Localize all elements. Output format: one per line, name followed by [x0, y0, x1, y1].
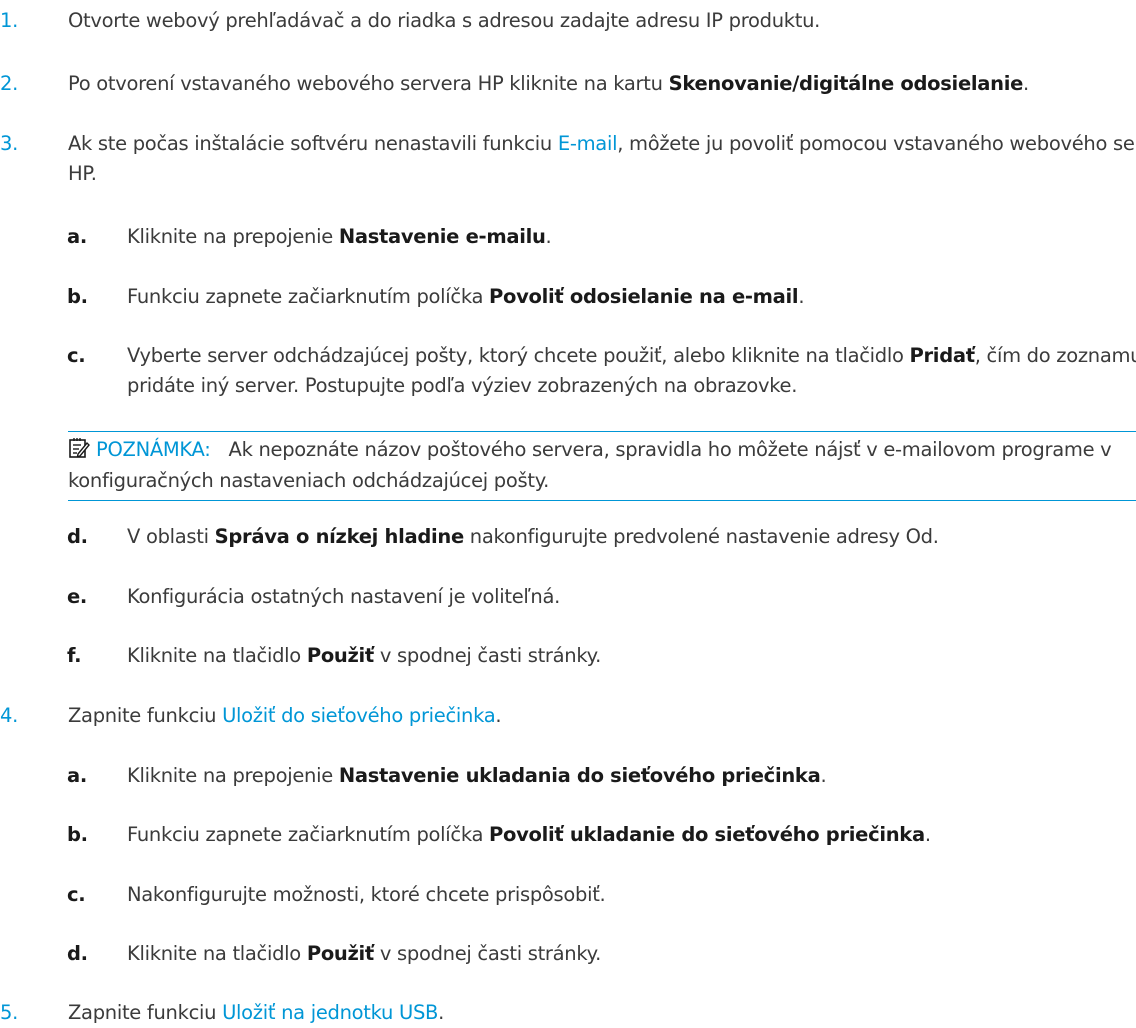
- step-text-part: Po otvorení vstavaného webového servera …: [68, 72, 669, 95]
- step-number: 5.: [0, 1001, 19, 1024]
- step-text: Po otvorení vstavaného webového servera …: [68, 69, 1136, 99]
- substep-text-part: Kliknite na prepojenie: [127, 225, 339, 248]
- note-label: POZNÁMKA:: [96, 438, 211, 461]
- substep-bold: Nastavenie e-mailu: [338, 225, 546, 248]
- step-number: 2.: [0, 72, 19, 95]
- substep-text: Kliknite na prepojenie Nastavenie uklada…: [127, 761, 1136, 791]
- substep-text-part: Funkciu zapnete začiarknutím políčka: [127, 823, 490, 846]
- step-number: 1.: [0, 9, 19, 32]
- email-link[interactable]: E-mail: [558, 132, 618, 155]
- substep-text-part: .: [820, 764, 827, 787]
- save-to-usb-link[interactable]: Uložiť na jednotku USB: [222, 1001, 438, 1024]
- note-text: Ak nepoznáte názov poštového servera, sp…: [68, 438, 1112, 492]
- substep-letter: d.: [67, 525, 88, 548]
- substep-text: Vyberte server odchádzajúcej pošty, ktor…: [127, 341, 1136, 401]
- substep-text-part: v spodnej časti stránky.: [373, 942, 602, 965]
- note-box: POZNÁMKA: Ak nepoznáte názov poštového se…: [68, 431, 1136, 501]
- substep-text: Funkciu zapnete začiarknutím políčka Pov…: [127, 282, 1136, 312]
- substep-text-part: Vyberte server odchádzajúcej pošty, ktor…: [127, 344, 910, 367]
- substep-letter: e.: [67, 585, 88, 608]
- substep-text-part: Kliknite na tlačidlo: [127, 942, 307, 965]
- substep-letter: c.: [67, 344, 86, 367]
- substep-text: Nakonfigurujte možnosti, ktoré chcete pr…: [127, 883, 606, 906]
- substep-letter: b.: [67, 285, 88, 308]
- substep-text-part: .: [545, 225, 552, 248]
- substep-letter: c.: [67, 883, 86, 906]
- substep-text: Kliknite na tlačidlo Použiť v spodnej ča…: [127, 939, 1136, 969]
- step-text-part: Zapnite funkciu: [68, 704, 223, 727]
- substep-bold: Nastavenie ukladania do sieťového prieči…: [338, 764, 821, 787]
- substep-letter: a.: [67, 764, 87, 787]
- substep-text-part: Kliknite na prepojenie: [127, 764, 339, 787]
- substep-text: Konfigurácia ostatných nastavení je voli…: [127, 585, 561, 608]
- substep-bold: Povoliť odosielanie na e-mail: [489, 285, 799, 308]
- substep-text: Kliknite na tlačidlo Použiť v spodnej ča…: [127, 641, 1136, 671]
- substep-bold: Pridať: [909, 344, 976, 367]
- step-text-part: .: [438, 1001, 445, 1024]
- substep-text-part: Funkciu zapnete začiarknutím políčka: [127, 285, 490, 308]
- substep-text: Kliknite na prepojenie Nastavenie e-mail…: [127, 222, 1136, 252]
- substep-text: V oblasti Správa o nízkej hladine nakonf…: [127, 522, 1136, 552]
- substep-text-part: V oblasti: [127, 525, 215, 548]
- substep-bold: Správa o nízkej hladine: [214, 525, 465, 548]
- tab-scan-name: Skenovanie/digitálne odosielanie: [668, 72, 1024, 95]
- step-number: 4.: [0, 704, 19, 727]
- substep-text-part: v spodnej časti stránky.: [373, 644, 602, 667]
- substep-letter: d.: [67, 942, 88, 965]
- step-text: Ak ste počas inštalácie softvéru nenasta…: [68, 129, 1136, 189]
- instructions-page: 1. Otvorte webový prehľadávač a do riadk…: [0, 0, 1136, 1024]
- substep-bold: Použiť: [306, 942, 374, 965]
- substep-text-part: nakonfigurujte predvolené nastavenie adr…: [463, 525, 939, 548]
- step-text: Zapnite funkciu Uložiť na jednotku USB.: [68, 998, 1136, 1028]
- step-text: Zapnite funkciu Uložiť do sieťového prie…: [68, 701, 1136, 731]
- substep-text-part: .: [798, 285, 805, 308]
- substep-text-part: Kliknite na tlačidlo: [127, 644, 307, 667]
- step-text-part: .: [1023, 72, 1029, 95]
- substep-letter: f.: [67, 644, 82, 667]
- substep-text: Funkciu zapnete začiarknutím políčka Pov…: [127, 820, 1136, 850]
- substep-letter: b.: [67, 823, 88, 846]
- step-number: 3.: [0, 132, 19, 155]
- step-text-part: .: [495, 704, 502, 727]
- substep-bold: Použiť: [306, 644, 374, 667]
- step-text-part: Ak ste počas inštalácie softvéru nenasta…: [68, 132, 558, 155]
- step-text-part: Zapnite funkciu: [68, 1001, 223, 1024]
- substep-bold: Povoliť ukladanie do sieťového priečinka: [489, 823, 925, 846]
- substep-text-part: .: [924, 823, 931, 846]
- note-icon: [68, 437, 90, 459]
- substep-letter: a.: [67, 225, 87, 248]
- step-text: Otvorte webový prehľadávač a do riadka s…: [68, 9, 821, 32]
- save-to-network-folder-link[interactable]: Uložiť do sieťového priečinka: [222, 704, 496, 727]
